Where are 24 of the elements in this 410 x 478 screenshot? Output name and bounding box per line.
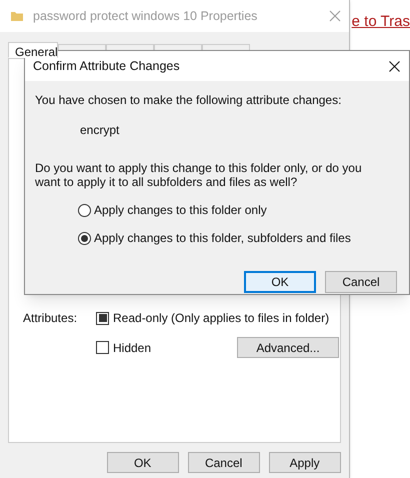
advanced-button[interactable]: Advanced... xyxy=(237,337,339,358)
dialog-title: Confirm Attribute Changes xyxy=(33,58,180,75)
radio-button[interactable] xyxy=(78,204,91,216)
dialog-button[interactable]: OK xyxy=(244,271,316,293)
tab[interactable]: General xyxy=(8,42,58,58)
radio-button[interactable] xyxy=(78,232,91,244)
dialog-button[interactable]: Cancel xyxy=(188,452,260,473)
link[interactable]: e to Tras xyxy=(352,13,410,30)
checkbox-label: Read-only (Only applies to files in folder) xyxy=(113,310,330,327)
checkbox[interactable] xyxy=(96,341,109,354)
dialog-button[interactable]: Cancel xyxy=(325,271,397,293)
folder-icon xyxy=(10,9,24,23)
change-text: encrypt xyxy=(80,122,120,139)
checkbox-label: Hidden xyxy=(113,340,152,356)
question-text: Do you want to apply this change to this folder only, or do you want to apply it to all subfolders and files as well? xyxy=(35,161,363,189)
checkbox[interactable] xyxy=(96,312,109,324)
intro-text: You have chosen to make the following attribute changes: xyxy=(35,92,342,109)
attributes-label: Attributes: xyxy=(23,310,78,327)
radio-option[interactable]: Apply changes to this folder only xyxy=(78,201,399,219)
close-icon[interactable] xyxy=(389,60,400,72)
dialog-button[interactable]: OK xyxy=(106,452,179,473)
window-title: password protect windows 10 Properties xyxy=(33,8,258,25)
radio-option[interactable]: Apply changes to this folder, subfolders and files xyxy=(78,229,399,247)
dialog-button[interactable]: Apply xyxy=(268,452,341,473)
